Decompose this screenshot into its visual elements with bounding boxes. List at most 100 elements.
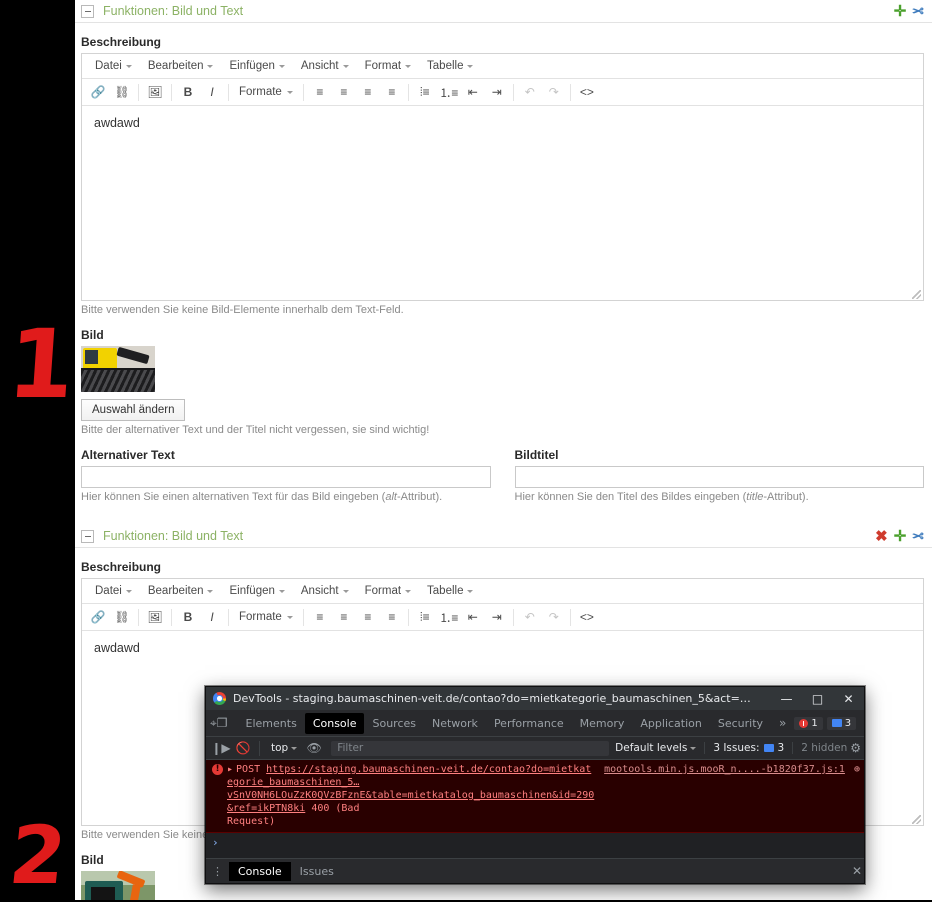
editor-content-area-1[interactable]: awdawd [82, 106, 923, 300]
align-left-icon[interactable]: ≡ [309, 82, 331, 102]
request-url-line1[interactable]: https://staging.baumaschinen-veit.de/con… [227, 764, 591, 788]
outdent-icon[interactable]: ⇤ [462, 607, 484, 627]
menu-datei[interactable]: Datei [88, 58, 139, 74]
console-error-message[interactable]: ▸POST https://staging.baumaschinen-veit.… [206, 760, 864, 833]
console-settings-gear-icon[interactable]: ⚙ [847, 741, 864, 755]
menu-datei[interactable]: Datei [88, 583, 139, 599]
tab-elements[interactable]: Elements [238, 713, 305, 734]
tab-security[interactable]: Security [710, 713, 771, 734]
italic-icon[interactable]: I [201, 607, 223, 627]
image-title-input[interactable] [514, 466, 924, 488]
alt-text-input[interactable] [81, 466, 491, 488]
menu-ansicht[interactable]: Ansicht [294, 583, 356, 599]
menu-format[interactable]: Format [358, 583, 418, 599]
indent-icon[interactable]: ⇥ [486, 82, 508, 102]
bullet-list-icon[interactable]: ⦙≡ [414, 82, 436, 102]
console-prompt[interactable]: › [206, 833, 864, 852]
menu-einfuegen[interactable]: Einfügen [222, 583, 291, 599]
error-source-link[interactable]: mootools.min.js.mooR_n....-b1820f37.js:1 [604, 764, 845, 775]
live-expression-icon[interactable]: 👁 [303, 737, 325, 759]
insert-image-icon[interactable]: 🖼 [144, 82, 166, 102]
link-icon[interactable]: 🔗 [87, 82, 109, 102]
left-black-gutter [0, 0, 75, 900]
tab-application[interactable]: Application [632, 713, 709, 734]
unlink-icon[interactable]: ⛓ [111, 607, 133, 627]
tab-memory[interactable]: Memory [572, 713, 633, 734]
minimize-button[interactable]: — [771, 687, 802, 710]
cut-icon[interactable]: ✂ [912, 3, 924, 19]
plus-icon[interactable]: ✛ [894, 4, 907, 19]
plus-icon[interactable]: ✛ [894, 529, 907, 544]
request-url-line2[interactable]: vSnV0NH6LOuZzK0QVzBFznE&table=mietkatalo… [227, 790, 594, 814]
network-request-icon[interactable]: ⊕ [854, 763, 860, 776]
unlink-icon[interactable]: ⛓ [111, 82, 133, 102]
resize-handle-icon[interactable] [912, 815, 921, 824]
numbered-list-icon[interactable]: ⒈≡ [438, 607, 460, 627]
undo-icon[interactable]: ↶ [519, 82, 541, 102]
section-legend-title[interactable]: Funktionen: Bild und Text [103, 529, 243, 543]
collapse-toggle-icon[interactable] [81, 4, 94, 18]
console-sidebar-icon[interactable]: ❙▶ [210, 737, 232, 759]
expand-arrow-icon[interactable]: ▸ [227, 764, 233, 775]
drawer-close-icon[interactable]: ✕ [844, 864, 864, 878]
align-justify-icon[interactable]: ≡ [381, 82, 403, 102]
drawer-tab-console[interactable]: Console [229, 861, 291, 881]
issues-button[interactable]: 3 Issues: 3 [704, 742, 794, 754]
menu-ansicht[interactable]: Ansicht [294, 58, 356, 74]
drawer-more-icon[interactable]: ⋮ [212, 865, 223, 878]
undo-icon[interactable]: ↶ [519, 607, 541, 627]
bold-icon[interactable]: B [177, 82, 199, 102]
menu-tabelle[interactable]: Tabelle [420, 583, 480, 599]
console-filter-input[interactable]: Filter [331, 740, 610, 756]
numbered-list-icon[interactable]: ⒈≡ [438, 82, 460, 102]
device-toolbar-icon[interactable]: ❐ [217, 712, 228, 734]
error-count-badge[interactable]: 1 [794, 716, 823, 730]
image-thumbnail-2[interactable] [81, 871, 155, 900]
image-thumbnail-1[interactable] [81, 346, 155, 392]
log-levels-dropdown[interactable]: Default levels [615, 742, 697, 754]
tab-console[interactable]: Console [304, 712, 365, 734]
formats-dropdown[interactable]: Formate [233, 84, 299, 100]
outdent-icon[interactable]: ⇤ [462, 82, 484, 102]
source-code-icon[interactable]: <> [576, 82, 598, 102]
align-center-icon[interactable]: ≡ [333, 82, 355, 102]
menu-format[interactable]: Format [358, 58, 418, 74]
align-justify-icon[interactable]: ≡ [381, 607, 403, 627]
redo-icon[interactable]: ↷ [543, 82, 565, 102]
indent-icon[interactable]: ⇥ [486, 607, 508, 627]
tab-performance[interactable]: Performance [486, 713, 572, 734]
section-legend-title[interactable]: Funktionen: Bild und Text [103, 4, 243, 18]
clear-console-icon[interactable]: 🚫 [232, 737, 254, 759]
menu-tabelle[interactable]: Tabelle [420, 58, 480, 74]
execution-context-dropdown[interactable]: top [265, 742, 303, 754]
menu-bearbeiten[interactable]: Bearbeiten [141, 583, 221, 599]
inspect-element-icon[interactable]: ⌖ [210, 712, 217, 734]
formats-dropdown[interactable]: Formate [233, 609, 299, 625]
tab-network[interactable]: Network [424, 713, 486, 734]
redo-icon[interactable]: ↷ [543, 607, 565, 627]
menu-einfuegen[interactable]: Einfügen [222, 58, 291, 74]
tab-sources[interactable]: Sources [364, 713, 424, 734]
delete-icon[interactable]: ✖ [875, 529, 888, 544]
cut-icon[interactable]: ✂ [912, 528, 924, 544]
menu-bearbeiten[interactable]: Bearbeiten [141, 58, 221, 74]
resize-handle-icon[interactable] [912, 290, 921, 299]
insert-image-icon[interactable]: 🖼 [144, 607, 166, 627]
align-center-icon[interactable]: ≡ [333, 607, 355, 627]
align-left-icon[interactable]: ≡ [309, 607, 331, 627]
change-selection-button-1[interactable]: Auswahl ändern [81, 399, 186, 421]
more-tabs-icon[interactable]: » [771, 716, 794, 730]
close-button[interactable]: ✕ [833, 687, 864, 710]
bold-icon[interactable]: B [177, 607, 199, 627]
drawer-tab-issues[interactable]: Issues [291, 862, 343, 881]
settings-gear-icon[interactable]: ⚙ [860, 716, 864, 730]
bullet-list-icon[interactable]: ⦙≡ [414, 607, 436, 627]
source-code-icon[interactable]: <> [576, 607, 598, 627]
italic-icon[interactable]: I [201, 82, 223, 102]
align-right-icon[interactable]: ≡ [357, 607, 379, 627]
align-right-icon[interactable]: ≡ [357, 82, 379, 102]
link-icon[interactable]: 🔗 [87, 607, 109, 627]
message-count-badge[interactable]: 3 [826, 716, 857, 730]
maximize-button[interactable]: □ [802, 687, 833, 710]
collapse-toggle-icon[interactable] [81, 529, 94, 543]
